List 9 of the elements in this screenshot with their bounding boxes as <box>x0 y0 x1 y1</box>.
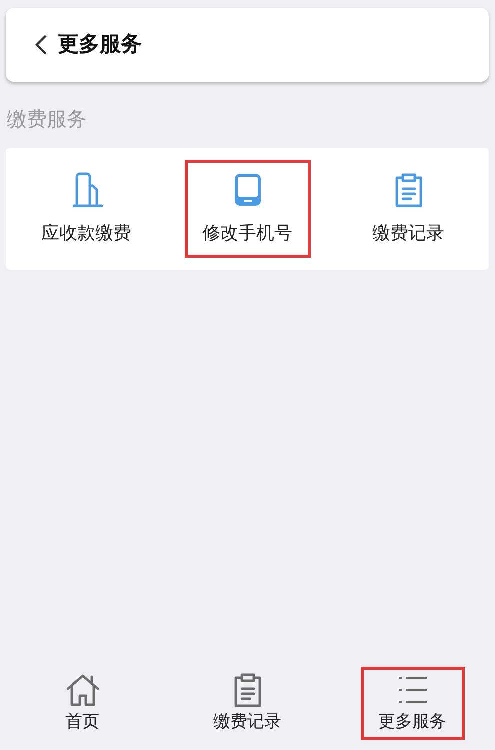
tab-item[interactable]: 缴费记录 <box>196 667 300 740</box>
tab-item[interactable]: 首页 <box>30 667 134 740</box>
service-item[interactable]: 修改手机号 <box>184 160 310 258</box>
service-item[interactable]: 应收款缴费 <box>24 160 150 258</box>
section-title: 缴费服务 <box>7 106 87 133</box>
back-icon[interactable] <box>34 34 48 56</box>
service-item[interactable]: 缴费记录 <box>346 160 472 258</box>
page-title: 更多服务 <box>58 31 142 58</box>
tab-item[interactable]: 更多服务 <box>360 667 464 740</box>
